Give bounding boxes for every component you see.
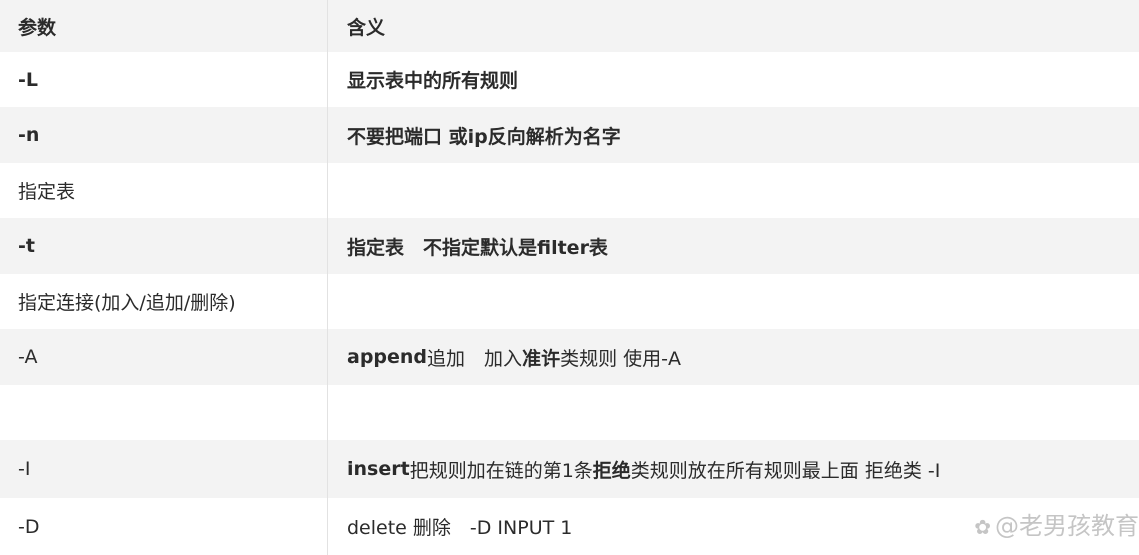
meaning-cell bbox=[328, 163, 1139, 218]
meaning-emphasis: 准许 bbox=[522, 347, 561, 370]
paw-icon: ✿ bbox=[974, 515, 991, 539]
meaning-text: 把规则加在链的第1条 bbox=[409, 459, 593, 482]
table-row: -D delete 删除 -D INPUT 1 bbox=[0, 498, 1139, 555]
table-row: -L 显示表中的所有规则 bbox=[0, 52, 1139, 107]
meaning-cell bbox=[328, 385, 1139, 440]
watermark-text: @老男孩教育 bbox=[995, 512, 1139, 540]
table-row: 指定表 bbox=[0, 163, 1139, 218]
meaning-text: 类规则放在所有规则最上面 拒绝类 -I bbox=[630, 459, 941, 482]
meaning-keyword: insert bbox=[347, 458, 410, 480]
meaning-cell: 显示表中的所有规则 bbox=[347, 70, 519, 92]
param-cell: -t bbox=[0, 218, 328, 274]
param-cell: 指定表 bbox=[0, 163, 328, 218]
watermark: ✿ @老男孩教育 bbox=[974, 506, 1139, 541]
param-cell: -I bbox=[0, 440, 328, 498]
table-header-row: 参数 含义 bbox=[0, 0, 1139, 52]
meaning-text: 类规则 使用-A bbox=[560, 347, 681, 370]
param-cell: -n bbox=[0, 107, 328, 163]
meaning-cell: append 追加 加入 准许 类规则 使用-A bbox=[328, 329, 1139, 385]
param-cell: -D bbox=[0, 498, 328, 555]
meaning-emphasis: 拒绝 bbox=[592, 459, 631, 482]
table-row: -I insert 把规则加在链的第1条 拒绝 类规则放在所有规则最上面 拒绝类… bbox=[0, 440, 1139, 498]
meaning-text: 追加 加入 bbox=[427, 347, 523, 370]
meaning-cell: insert 把规则加在链的第1条 拒绝 类规则放在所有规则最上面 拒绝类 -I bbox=[328, 440, 1139, 498]
meaning-cell: 指定表 不指定默认是filter表 bbox=[347, 236, 608, 259]
table-row bbox=[0, 385, 1139, 440]
table-row: -A append 追加 加入 准许 类规则 使用-A bbox=[0, 329, 1139, 385]
param-cell: 指定连接(加入/追加/删除) bbox=[0, 274, 328, 329]
meaning-cell: 不要把端口 或ip反向解析为名字 bbox=[347, 125, 621, 148]
param-cell: -A bbox=[0, 329, 328, 385]
parameter-table: 参数 含义 -L 显示表中的所有规则 -n 不要把端口 或ip反向解析为名字 指… bbox=[0, 0, 1139, 555]
param-cell bbox=[0, 385, 328, 440]
table-row: 指定连接(加入/追加/删除) bbox=[0, 274, 1139, 329]
table-row: -n 不要把端口 或ip反向解析为名字 bbox=[0, 107, 1139, 163]
header-param: 参数 bbox=[0, 0, 328, 52]
meaning-cell bbox=[328, 274, 1139, 329]
header-meaning: 含义 bbox=[347, 16, 386, 39]
meaning-keyword: append bbox=[347, 346, 428, 368]
table-row: -t 指定表 不指定默认是filter表 bbox=[0, 218, 1139, 274]
param-cell: -L bbox=[0, 52, 328, 107]
